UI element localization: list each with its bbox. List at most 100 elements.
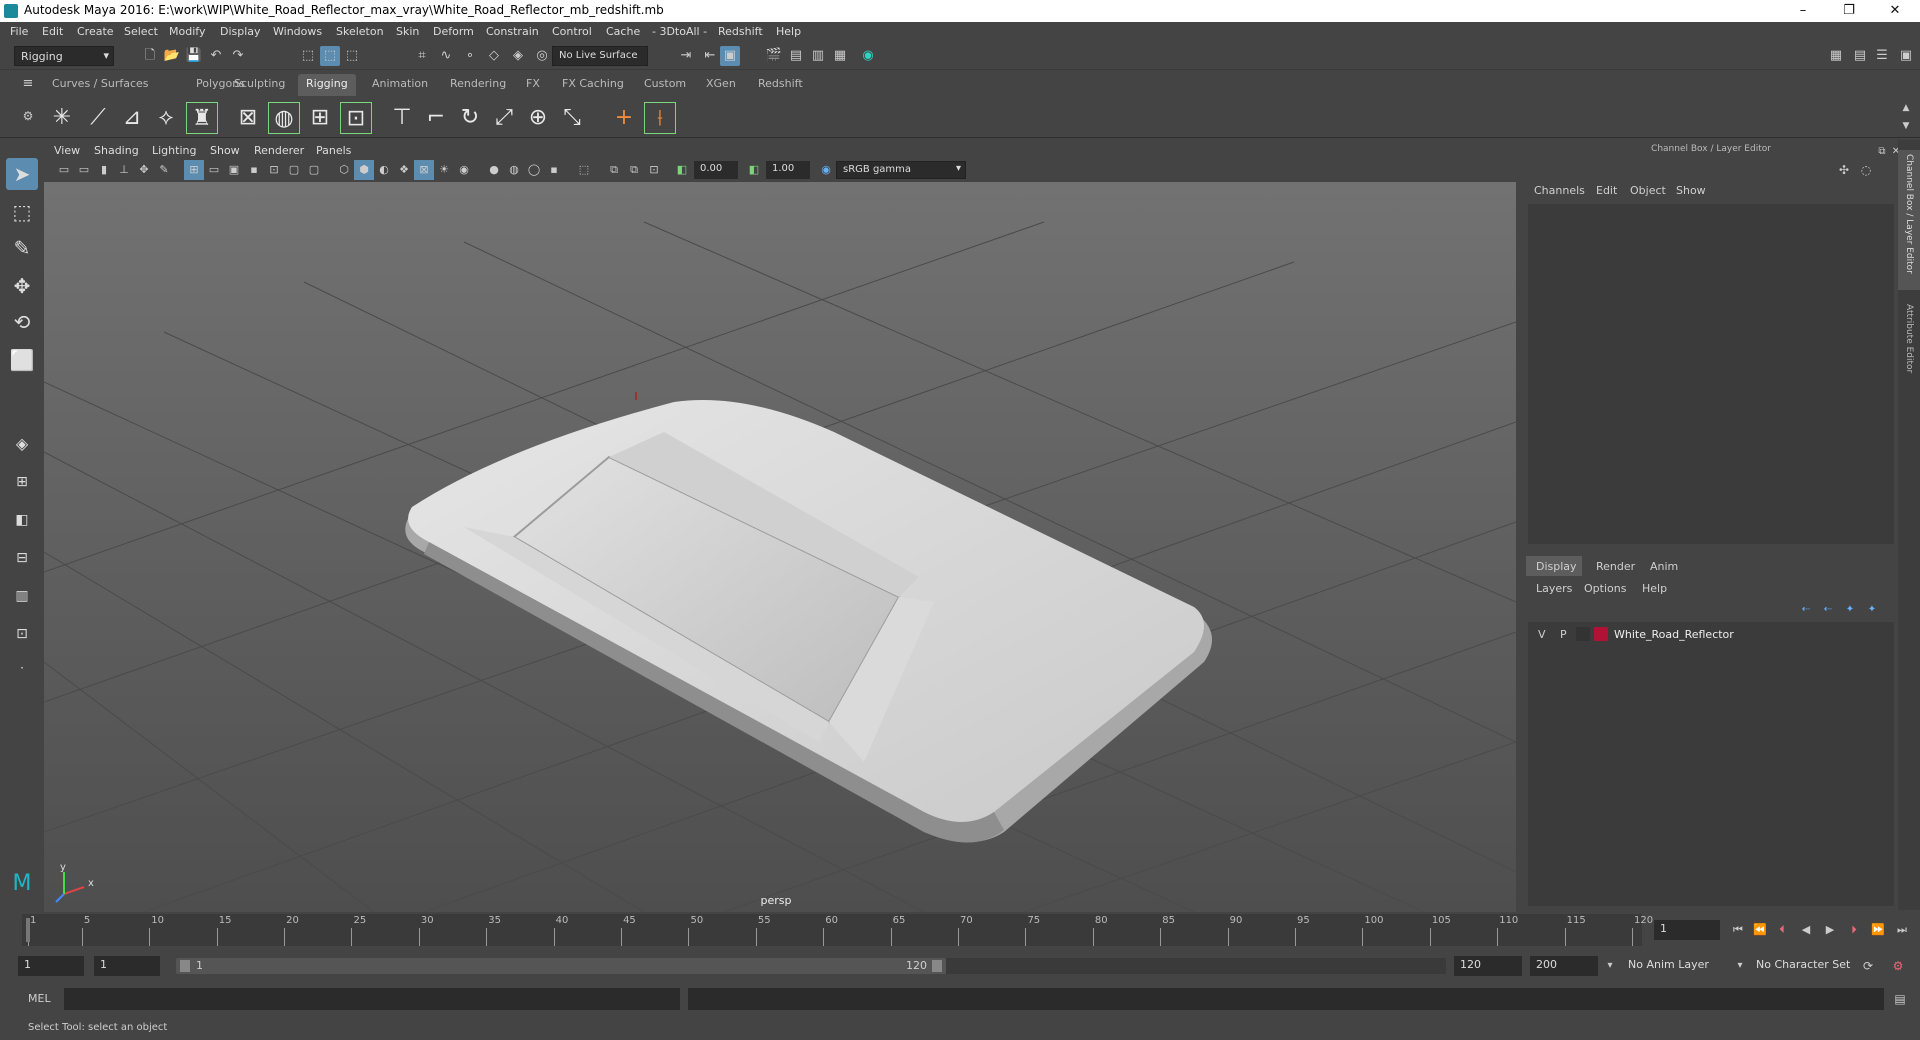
snap-curve-icon[interactable]: ∿ (436, 46, 456, 66)
channel-box-toggle-icon[interactable]: ▣ (1896, 46, 1916, 66)
layer-row[interactable]: V P White_Road_Reflector (1532, 624, 1890, 644)
menu-cache[interactable]: Cache (606, 25, 640, 38)
xray-joints-icon[interactable]: ⧉ (604, 160, 624, 180)
exposure-icon[interactable]: ◧ (672, 160, 692, 180)
pole-vector-icon[interactable]: ⤡ (556, 102, 588, 134)
lasso-tool-icon[interactable]: ⬚ (6, 196, 38, 228)
menu-windows[interactable]: Windows (273, 25, 322, 38)
default-material-icon[interactable]: ◐ (374, 160, 394, 180)
tab-animation[interactable]: Animation (364, 74, 436, 96)
new-layer-icon[interactable]: ✦ (1840, 600, 1860, 620)
custom-layout-icon[interactable]: · (6, 652, 38, 684)
menu-redshift[interactable]: Redshift (718, 25, 763, 38)
menu-set-dropdown[interactable]: Rigging ▾ (14, 46, 114, 66)
output-ops-icon[interactable]: ⇤ (700, 46, 720, 66)
field-chart-icon[interactable]: ⊡ (264, 160, 284, 180)
xray-active-icon[interactable]: ⧉ (624, 160, 644, 180)
tab-render-layers[interactable]: Render (1586, 556, 1645, 577)
input-ops-icon[interactable]: ⇥ (676, 46, 696, 66)
exposure-field[interactable]: 0.00 (694, 161, 738, 179)
minimize-button[interactable]: – (1780, 0, 1826, 22)
step-back-key-icon[interactable]: ⏪ (1750, 920, 1770, 940)
menu-skeleton[interactable]: Skeleton (336, 25, 384, 38)
play-forwards-icon[interactable]: ▶ (1820, 920, 1840, 940)
channel-box-show-menu[interactable]: Show (1676, 184, 1706, 197)
smooth-bind-icon[interactable]: ◍ (268, 102, 300, 134)
create-joints-icon[interactable]: ✳ (46, 102, 78, 134)
viewport-menu-renderer[interactable]: Renderer (254, 144, 304, 157)
menu-deform[interactable]: Deform (433, 25, 474, 38)
animation-start-field[interactable]: 1 (18, 956, 84, 976)
layer-color-swatch[interactable] (1594, 627, 1608, 641)
restore-button[interactable]: ❐ (1826, 0, 1872, 22)
motion-blur-icon[interactable]: ● (484, 160, 504, 180)
chevron-down-icon[interactable]: ▾ (1600, 956, 1620, 976)
current-frame-field[interactable]: 1 (1654, 920, 1720, 940)
layer-type-toggle[interactable] (1576, 627, 1590, 641)
color-management-icon[interactable]: ◉ (816, 160, 836, 180)
move-layer-down-icon[interactable]: ⇠ (1818, 600, 1838, 620)
workspace-icon[interactable]: ▦ (1826, 46, 1846, 66)
persp-uv-layout-icon[interactable]: ⊡ (6, 618, 38, 650)
preferences-icon[interactable]: ⚙ (1888, 956, 1908, 976)
smooth-shade-icon[interactable]: ⬢ (354, 160, 374, 180)
tab-xgen[interactable]: XGen (698, 74, 744, 96)
layers-menu[interactable]: Layers (1536, 582, 1572, 595)
script-language-toggle[interactable]: MEL (28, 992, 51, 1005)
select-component-icon[interactable]: ⬚ (342, 46, 362, 66)
locator-icon[interactable]: + (608, 102, 640, 134)
hypershade-layout-icon[interactable]: ▥ (6, 580, 38, 612)
backface-culling-icon[interactable]: ⊡ (644, 160, 664, 180)
go-to-start-icon[interactable]: ⏮ (1728, 920, 1748, 940)
viewport-menu-shading[interactable]: Shading (94, 144, 139, 157)
speed-toggle-icon[interactable]: ◌ (1856, 160, 1876, 180)
point-constraint-icon[interactable]: ⌐ (420, 102, 452, 134)
undo-icon[interactable]: ↶ (206, 46, 226, 66)
channel-box-edit-menu[interactable]: Edit (1596, 184, 1617, 197)
menu-display[interactable]: Display (220, 25, 261, 38)
attribute-editor-toggle-icon[interactable]: ☰ (1872, 46, 1892, 66)
resolution-gate-icon[interactable]: ▣ (224, 160, 244, 180)
menu-skin[interactable]: Skin (396, 25, 419, 38)
view-transform-dropdown[interactable]: sRGB gamma ▾ (836, 161, 966, 179)
tab-display-layers[interactable]: Display (1526, 556, 1582, 576)
anim-layer-dropdown[interactable]: No Anim Layer (1622, 956, 1740, 976)
four-view-layout-icon[interactable]: ⊞ (6, 466, 38, 498)
viewport-menu-lighting[interactable]: Lighting (152, 144, 196, 157)
select-object-icon[interactable]: ⬚ (320, 46, 340, 66)
textured-icon[interactable]: ❖ (394, 160, 414, 180)
2d-pan-zoom-icon[interactable]: ✥ (134, 160, 154, 180)
tab-attribute-editor[interactable]: Attribute Editor (1898, 300, 1920, 400)
gate-mask-icon[interactable]: ▪ (244, 160, 264, 180)
range-bar[interactable]: 1 120 (176, 958, 946, 974)
multisample-aa-icon[interactable]: ◍ (504, 160, 524, 180)
single-perspective-layout-icon[interactable]: ◈ (6, 428, 38, 460)
step-back-frame-icon[interactable]: ⏴ (1772, 920, 1792, 940)
gamma-icon[interactable]: ◧ (744, 160, 764, 180)
shadows-icon[interactable]: ☀ (434, 160, 454, 180)
camera-attributes-icon[interactable]: ▭ (74, 160, 94, 180)
animation-end-field[interactable]: 200 (1530, 956, 1598, 976)
playback-end-field[interactable]: 120 (1454, 956, 1522, 976)
command-input[interactable] (64, 988, 680, 1010)
go-to-end-icon[interactable]: ⏭ (1892, 920, 1912, 940)
live-surface-field[interactable]: No Live Surface (552, 46, 648, 66)
save-scene-icon[interactable]: 💾 (184, 46, 204, 66)
modeling-toolkit-icon[interactable]: ▤ (1850, 46, 1870, 66)
persp-graph-layout-icon[interactable]: ⊟ (6, 542, 38, 574)
select-tool-icon[interactable]: ➤ (6, 158, 38, 190)
insert-joint-icon[interactable]: ⟋ (82, 102, 114, 134)
film-gate-icon[interactable]: ▭ (204, 160, 224, 180)
render-view-icon[interactable]: 🎬 (764, 46, 784, 66)
orient-constraint-icon[interactable]: ↻ (454, 102, 486, 134)
grease-pencil-icon[interactable]: ✎ (154, 160, 174, 180)
step-forward-frame-icon[interactable]: ⏵ (1844, 920, 1864, 940)
scale-tool-icon[interactable]: ⬜ (6, 344, 38, 376)
isolate-select-icon[interactable]: ▪ (544, 160, 564, 180)
persp-outliner-layout-icon[interactable]: ◧ (6, 504, 38, 536)
new-layer-selected-icon[interactable]: ✦ (1862, 600, 1882, 620)
manipulator-toggle-icon[interactable]: ✣ (1834, 160, 1854, 180)
rotate-tool-icon[interactable]: ⟲ (6, 306, 38, 338)
shelf-menu-icon[interactable]: ≡ (18, 74, 38, 94)
tab-custom[interactable]: Custom (636, 74, 694, 96)
